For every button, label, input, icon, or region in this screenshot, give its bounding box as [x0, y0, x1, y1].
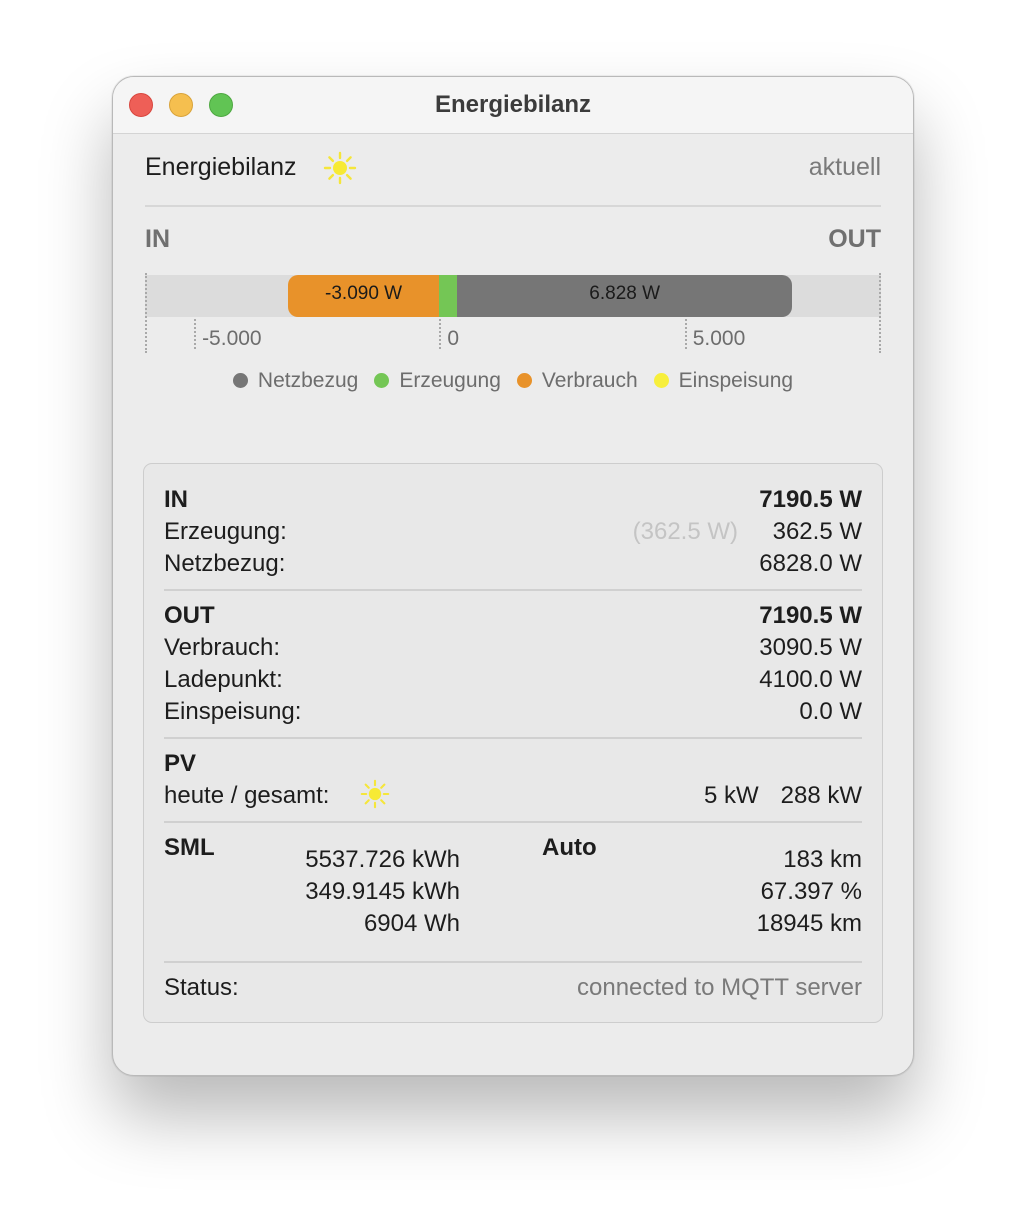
legend-dot-icon	[653, 373, 669, 388]
verbrauch-label: Verbrauch:	[164, 634, 281, 661]
sun-icon	[323, 151, 357, 185]
axis-edge-line	[879, 273, 881, 353]
tick-label: 5.000	[692, 327, 746, 350]
in-label: IN	[145, 225, 170, 253]
erzeugung-value: 362.5 W	[772, 518, 862, 545]
sun-icon	[360, 779, 390, 809]
sml-value: 6904 Wh	[363, 910, 460, 937]
out-label: OUT	[828, 225, 881, 253]
bar-label: 6.828 W	[589, 283, 661, 304]
axis-tick	[194, 319, 197, 349]
verbrauch-value: 3090.5 W	[759, 634, 862, 661]
summary-panel: IN 7190.5 W Erzeugung: (362.5 W) 362.5 W…	[143, 463, 883, 1023]
in-title: IN	[164, 486, 188, 513]
auto-title: Auto	[542, 834, 597, 861]
window-title: Energiebilanz	[434, 91, 592, 118]
auto-value: 18945 km	[756, 910, 862, 937]
in-total-value: 7190.5 W	[759, 486, 862, 513]
netzbezug-label: Netzbezug:	[164, 550, 286, 577]
sml-values: 5537.726 kWh 349.9145 kWh 6904 Wh	[164, 844, 460, 940]
legend-label: Einspeisung	[678, 369, 794, 392]
erzeugung-secondary-value: (362.5 W)	[632, 518, 738, 545]
ladepunkt-row: Ladepunkt: 4100.0 W	[164, 666, 862, 696]
divider	[164, 589, 862, 591]
title-bar[interactable]: Energiebilanz	[113, 77, 913, 134]
einspeisung-label: Einspeisung:	[164, 698, 302, 725]
legend-label: Netzbezug	[257, 369, 359, 392]
axis-tick	[439, 319, 442, 349]
pv-total-value: 288 kW	[780, 782, 862, 809]
status-row: Status: connected to MQTT server	[164, 974, 862, 1004]
sml-value: 349.9145 kWh	[305, 878, 460, 905]
bar-label: -3.090 W	[325, 283, 403, 304]
legend-label: Verbrauch	[541, 369, 638, 392]
mode-label: aktuell	[808, 153, 881, 181]
netzbezug-value: 6828.0 W	[759, 550, 862, 577]
bar-segment-erzeugung	[439, 275, 458, 317]
ladepunkt-value: 4100.0 W	[759, 666, 862, 693]
tick-label: 0	[447, 327, 460, 350]
legend-label: Erzeugung	[399, 369, 501, 392]
divider	[164, 961, 862, 963]
divider	[164, 737, 862, 739]
pv-values: 5 kW 288 kW	[704, 782, 862, 810]
auto-value: 67.397 %	[760, 878, 862, 905]
legend-item-verbrauch: Verbrauch	[516, 369, 638, 393]
pv-title: PV	[164, 750, 197, 777]
sml-value: 5537.726 kWh	[305, 846, 460, 873]
legend-dot-icon	[232, 373, 248, 388]
pv-row: heute / gesamt: 5 kW 288 kW	[164, 779, 862, 812]
ladepunkt-label: Ladepunkt:	[164, 666, 283, 693]
pv-today-value: 5 kW	[703, 782, 759, 809]
auto-value: 183 km	[783, 846, 862, 873]
header-divider	[145, 205, 881, 207]
in-total-row: IN 7190.5 W	[164, 486, 862, 516]
netzbezug-row: Netzbezug: 6828.0 W	[164, 550, 862, 580]
status-label: Status:	[164, 974, 239, 1001]
chart-legend: Netzbezug Erzeugung Verbrauch Einspeisung	[113, 369, 913, 395]
einspeisung-value: 0.0 W	[799, 698, 862, 725]
divider	[164, 821, 862, 823]
status-value: connected to MQTT server	[577, 974, 862, 1001]
verbrauch-row: Verbrauch: 3090.5 W	[164, 634, 862, 664]
out-total-row: OUT 7190.5 W	[164, 602, 862, 632]
header-row: Energiebilanz aktuell	[145, 151, 881, 187]
legend-dot-icon	[374, 373, 390, 388]
legend-item-einspeisung: Einspeisung	[653, 369, 794, 393]
out-title: OUT	[164, 602, 215, 629]
pv-label: heute / gesamt:	[164, 782, 330, 809]
pv-title-row: PV	[164, 750, 862, 780]
balance-chart: -3.090 W 6.828 W -5.000 0 5.000	[145, 273, 881, 353]
einspeisung-row: Einspeisung: 0.0 W	[164, 698, 862, 728]
legend-item-netzbezug: Netzbezug	[232, 369, 359, 393]
erzeugung-label: Erzeugung:	[164, 518, 287, 545]
legend-item-erzeugung: Erzeugung	[374, 369, 501, 393]
out-total-value: 7190.5 W	[759, 602, 862, 629]
tick-label: -5.000	[202, 327, 262, 350]
axis-tick	[684, 319, 687, 349]
auto-values: 183 km 67.397 % 18945 km	[662, 844, 862, 940]
main-window: Energiebilanz Energiebilanz aktuell IN O…	[112, 76, 914, 1076]
legend-dot-icon	[516, 373, 532, 388]
page-title: Energiebilanz	[145, 153, 297, 181]
erzeugung-row: Erzeugung: (362.5 W) 362.5 W	[164, 518, 862, 548]
axis-edge-line	[145, 273, 147, 353]
